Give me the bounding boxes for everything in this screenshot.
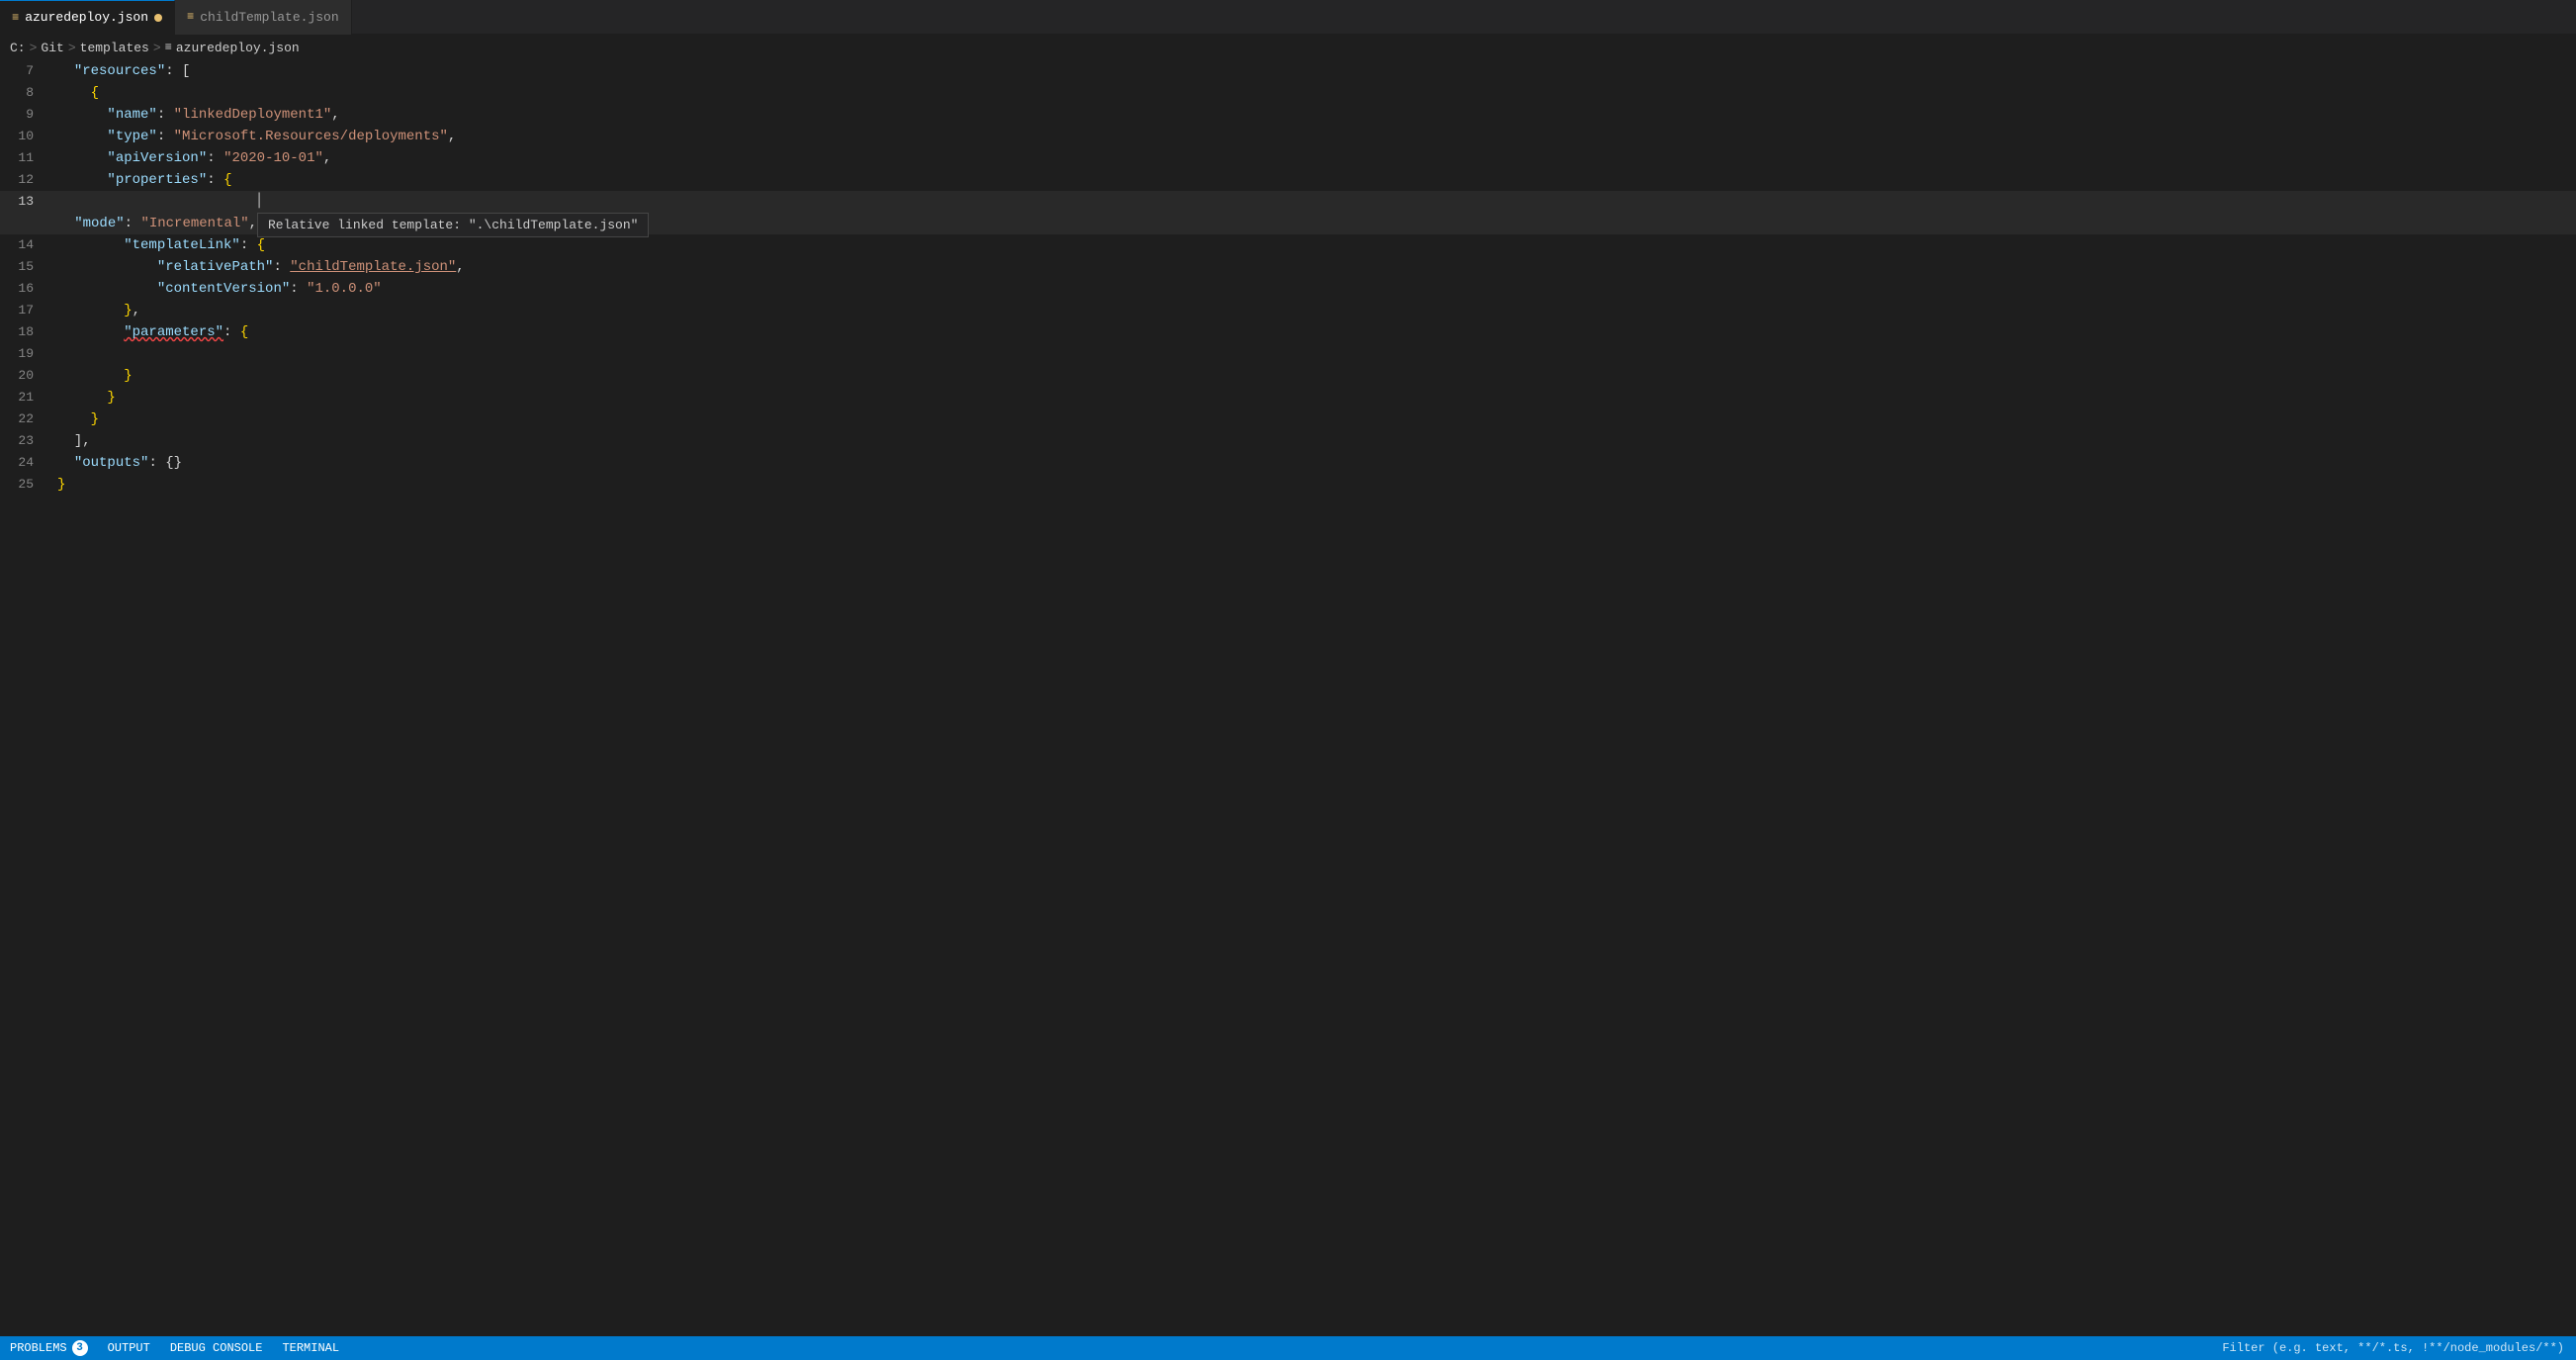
line-23: 23 ], (0, 430, 2576, 452)
line-code-24: "outputs": {} (49, 452, 2576, 474)
terminal-tab[interactable]: TERMINAL (272, 1336, 349, 1360)
line-25: 25 } (0, 474, 2576, 496)
status-right: Filter (e.g. text, **/*.ts, !**/node_mod… (2210, 1341, 2576, 1355)
line-code-7: "resources": [ (49, 60, 2576, 82)
status-bar: PROBLEMS 3 OUTPUT DEBUG CONSOLE TERMINAL… (0, 1336, 2576, 1360)
line-code-22: } (49, 408, 2576, 430)
breadcrumb-git[interactable]: Git (41, 41, 63, 55)
status-left: PROBLEMS 3 OUTPUT DEBUG CONSOLE TERMINAL (0, 1336, 349, 1360)
line-num-18: 18 (0, 321, 49, 343)
line-code-13: "mode": "Incremental", (0, 213, 2576, 234)
problems-tab[interactable]: PROBLEMS 3 (0, 1336, 98, 1360)
line-code-12: "properties": { (49, 169, 2576, 191)
breadcrumb-c[interactable]: C: (10, 41, 26, 55)
line-22: 22 } (0, 408, 2576, 430)
terminal-label: TERMINAL (282, 1341, 339, 1355)
line-code-19 (49, 343, 2576, 365)
text-cursor: │ (255, 193, 263, 209)
line-code-18: "parameters": { (49, 321, 2576, 343)
line-num-9: 9 (0, 104, 49, 126)
line-code-15: "relativePath": "childTemplate.json", (49, 256, 2576, 278)
line-num-7: 7 (0, 60, 49, 82)
line-num-20: 20 (0, 365, 49, 387)
problems-count: 3 (72, 1340, 88, 1356)
line-7: 7 "resources": [ (0, 60, 2576, 82)
line-13: 13 "mode": "Incremental", │ Relative lin… (0, 191, 2576, 234)
line-code-20: } (49, 365, 2576, 387)
line-24: 24 "outputs": {} (0, 452, 2576, 474)
line-num-13: 13 (0, 191, 49, 213)
line-code-16: "contentVersion": "1.0.0.0" (49, 278, 2576, 300)
breadcrumb: C: > Git > templates > ≡ azuredeploy.jso… (0, 35, 2576, 60)
line-num-10: 10 (0, 126, 49, 147)
line-17: 17 }, (0, 300, 2576, 321)
line-code-11: "apiVersion": "2020-10-01", (49, 147, 2576, 169)
line-code-10: "type": "Microsoft.Resources/deployments… (49, 126, 2576, 147)
output-label: OUTPUT (108, 1341, 150, 1355)
filter-area[interactable]: Filter (e.g. text, **/*.ts, !**/node_mod… (2210, 1341, 2576, 1355)
line-num-25: 25 (0, 474, 49, 496)
breadcrumb-sep-1: > (30, 41, 38, 55)
line-num-16: 16 (0, 278, 49, 300)
line-num-12: 12 (0, 169, 49, 191)
line-num-23: 23 (0, 430, 49, 452)
file-icon-azuredeploy: ≡ (12, 11, 19, 25)
line-code-8: { (49, 82, 2576, 104)
debug-console-tab[interactable]: DEBUG CONSOLE (160, 1336, 273, 1360)
problems-label: PROBLEMS (10, 1341, 67, 1355)
tab-azuredeploy[interactable]: ≡ azuredeploy.json (0, 0, 175, 35)
line-19: 19 (0, 343, 2576, 365)
breadcrumb-file-icon: ≡ (165, 41, 172, 54)
line-num-17: 17 (0, 300, 49, 321)
line-num-21: 21 (0, 387, 49, 408)
line-code-9: "name": "linkedDeployment1", (49, 104, 2576, 126)
modified-indicator-azuredeploy (154, 14, 162, 22)
line-code-25: } (49, 474, 2576, 496)
editor-content: 7 "resources": [ 8 { 9 "name": "linkedDe… (0, 60, 2576, 535)
file-icon-childtemplate: ≡ (187, 10, 194, 24)
line-num-19: 19 (0, 343, 49, 365)
line-code-17: }, (49, 300, 2576, 321)
tab-childtemplate[interactable]: ≡ childTemplate.json (175, 0, 352, 35)
line-15: 15 "relativePath": "childTemplate.json", (0, 256, 2576, 278)
line-num-22: 22 (0, 408, 49, 430)
line-21: 21 } (0, 387, 2576, 408)
line-11: 11 "apiVersion": "2020-10-01", (0, 147, 2576, 169)
breadcrumb-templates[interactable]: templates (80, 41, 149, 55)
line-code-23: ], (49, 430, 2576, 452)
line-20: 20 } (0, 365, 2576, 387)
line-14: 14 "templateLink": { (0, 234, 2576, 256)
line-16: 16 "contentVersion": "1.0.0.0" (0, 278, 2576, 300)
breadcrumb-filename[interactable]: azuredeploy.json (176, 41, 300, 55)
line-num-8: 8 (0, 82, 49, 104)
line-10: 10 "type": "Microsoft.Resources/deployme… (0, 126, 2576, 147)
filter-placeholder: Filter (e.g. text, **/*.ts, !**/node_mod… (2222, 1341, 2564, 1355)
debug-label: DEBUG CONSOLE (170, 1341, 263, 1355)
line-8: 8 { (0, 82, 2576, 104)
line-9: 9 "name": "linkedDeployment1", (0, 104, 2576, 126)
editor[interactable]: 7 "resources": [ 8 { 9 "name": "linkedDe… (0, 60, 2576, 1336)
breadcrumb-sep-3: > (153, 41, 161, 55)
line-12: 12 "properties": { (0, 169, 2576, 191)
line-code-14: "templateLink": { (49, 234, 2576, 256)
line-num-14: 14 (0, 234, 49, 256)
output-tab[interactable]: OUTPUT (98, 1336, 160, 1360)
line-num-24: 24 (0, 452, 49, 474)
line-code-21: } (49, 387, 2576, 408)
line-18: 18 "parameters": { (0, 321, 2576, 343)
tab-label-azuredeploy: azuredeploy.json (25, 10, 148, 25)
line-num-11: 11 (0, 147, 49, 169)
line-num-15: 15 (0, 256, 49, 278)
breadcrumb-sep-2: > (68, 41, 76, 55)
tab-label-childtemplate: childTemplate.json (200, 10, 338, 25)
tab-bar: ≡ azuredeploy.json ≡ childTemplate.json (0, 0, 2576, 35)
